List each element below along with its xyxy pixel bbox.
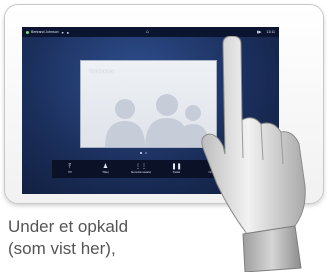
pointing-hand-icon	[201, 36, 306, 272]
call-button-label: Numerisk tastatur	[130, 171, 152, 174]
person-icon: ♟	[102, 164, 109, 170]
user-name[interactable]: Bertrand Johnson	[31, 30, 59, 34]
participants-button[interactable]: ♟ Tilfæj	[88, 160, 124, 178]
conference-label: Konference	[89, 69, 115, 75]
presence-icon	[26, 30, 29, 34]
call-button-label: Tilf	[68, 171, 72, 174]
camera-icon[interactable]: ▮▶	[257, 30, 262, 34]
hold-button[interactable]: ❚❚ Parkér	[159, 160, 195, 178]
keypad-button[interactable]: ⋮⋮ Numerisk tastatur	[123, 160, 159, 178]
status-right: ▮▶ 13:11	[257, 30, 275, 34]
page-dot	[145, 152, 147, 154]
call-button-label: Parkér	[172, 171, 181, 174]
add-button[interactable]: ⤒ Tilf	[52, 160, 88, 178]
caption-text: Under et opkald (som vist her),	[8, 216, 208, 260]
page-dot	[140, 152, 142, 154]
chevron-down-icon[interactable]: ▾	[62, 30, 64, 35]
add-participant-icon: ⤒	[68, 164, 72, 170]
page-indicator	[140, 152, 147, 154]
caption-line: (som vist her),	[8, 239, 116, 258]
pause-icon: ❚❚	[171, 164, 182, 170]
settings-icon[interactable]: ●	[67, 30, 69, 35]
call-button-label: Tilfæj	[102, 171, 109, 174]
home-icon[interactable]: ⌂	[146, 29, 149, 35]
caption-line: Under et opkald	[8, 217, 129, 236]
clock: 13:11	[266, 30, 276, 34]
keypad-icon: ⋮⋮	[134, 164, 147, 170]
